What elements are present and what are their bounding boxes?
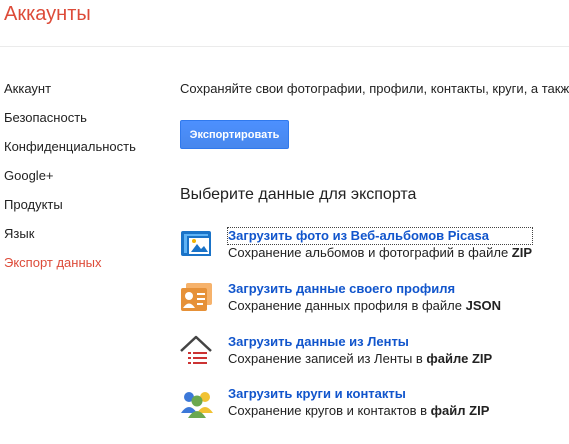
sidebar-item-google-plus[interactable]: Google+ [4,167,136,196]
section-heading: Выберите данные для экспорта [180,186,417,203]
export-desc-stream: Сохранение записей из Ленты в файле ZIP [228,350,492,368]
sidebar-item-language[interactable]: Язык [4,225,136,254]
sidebar-item-data-export[interactable]: Экспорт данных [4,254,136,283]
export-desc-format: ZIP [511,245,533,260]
export-desc-picasa: Сохранение альбомов и фотографий в файле… [228,244,532,262]
export-link-circles[interactable]: Загрузить круги и контакты [228,386,489,402]
export-desc-format: JSON [465,298,501,313]
intro-text: Сохраняйте свои фотографии, профили, кон… [180,81,569,96]
profile-card-icon [181,283,212,311]
export-link-profile[interactable]: Загрузить данные своего профиля [228,281,501,297]
export-desc-circles: Сохранение кругов и контактов в файл ZIP [228,402,489,420]
export-desc-profile: Сохранение данных профиля в файле JSON [228,297,501,315]
export-desc-text: Сохранение альбомов и фотографий в файле [228,245,512,260]
export-item-text: Загрузить фото из Веб-альбомов Picasa Со… [226,227,534,262]
accounts-page: Аккаунты Аккаунт Безопасность Конфиденци… [0,0,569,444]
export-item-text: Загрузить данные из Ленты Сохранение зап… [228,334,492,368]
circles-contacts-icon [181,392,213,418]
export-desc-text: Сохранение данных профиля в файле [228,298,466,313]
sidebar-item-security[interactable]: Безопасность [4,109,136,138]
export-desc-format: файле ZIP [426,351,493,366]
export-link-picasa[interactable]: Загрузить фото из Веб-альбомов Picasa [226,227,534,245]
export-button[interactable]: Экспортировать [180,120,289,149]
sidebar-item-account[interactable]: Аккаунт [4,80,136,109]
export-item-circles: Загрузить круги и контакты Сохранение кр… [180,385,569,425]
export-desc-text: Сохранение записей из Ленты в [228,351,427,366]
export-item-picasa: Загрузить фото из Веб-альбомов Picasa Со… [180,227,569,267]
sidebar-item-privacy[interactable]: Конфиденциальность [4,138,136,167]
sidebar-nav: Аккаунт Безопасность Конфиденциальность … [4,80,136,283]
export-item-text: Загрузить круги и контакты Сохранение кр… [228,386,489,420]
export-desc-text: Сохранение кругов и контактов в [228,403,431,418]
export-desc-format: файл ZIP [430,403,490,418]
picasa-photos-icon [181,231,211,256]
export-item-text: Загрузить данные своего профиля Сохранен… [228,281,501,315]
export-item-profile: Загрузить данные своего профиля Сохранен… [180,280,569,320]
export-link-stream[interactable]: Загрузить данные из Ленты [228,334,492,350]
stream-house-icon [180,335,212,364]
sidebar-item-products[interactable]: Продукты [4,196,136,225]
export-item-stream: Загрузить данные из Ленты Сохранение зап… [180,333,569,373]
main-content: Сохраняйте свои фотографии, профили, кон… [180,0,569,444]
page-title: Аккаунты [4,3,91,25]
